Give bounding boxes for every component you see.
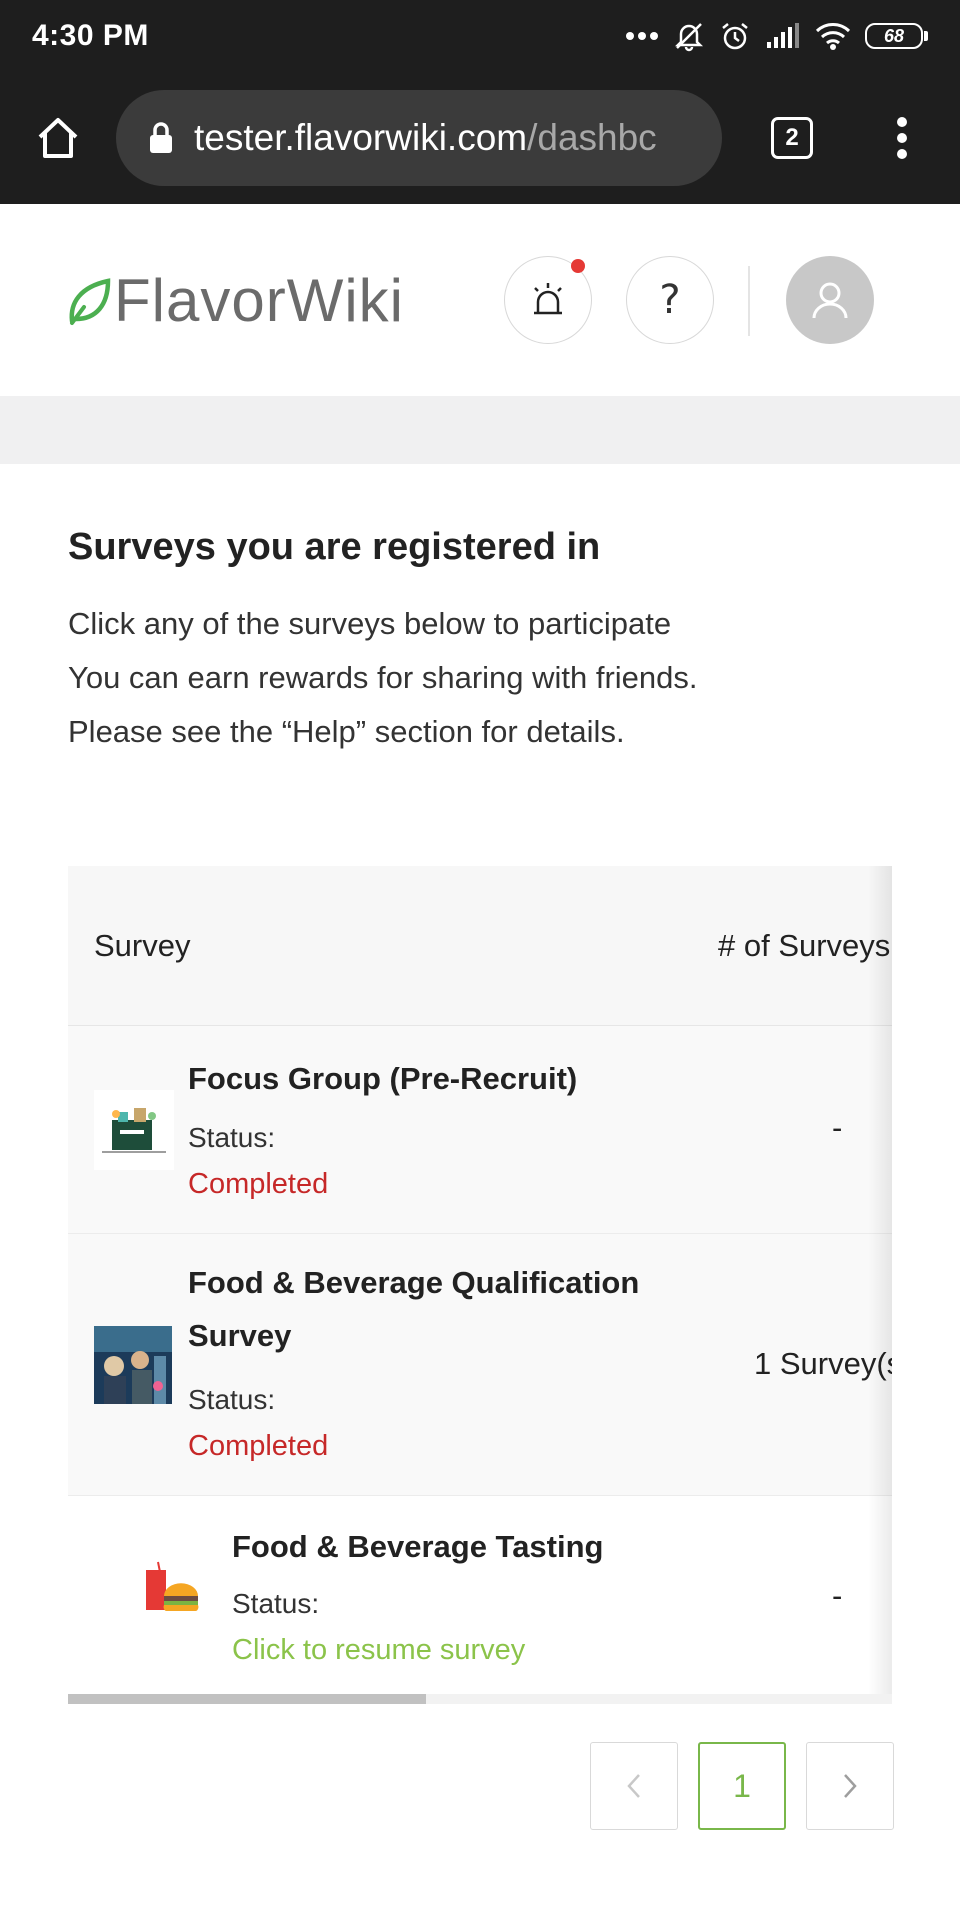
- description-line: Please see the “Help” section for detail…: [68, 714, 625, 749]
- chevron-left-icon: [627, 1774, 640, 1798]
- header-divider: [748, 266, 750, 336]
- survey-thumbnail: [140, 1560, 206, 1626]
- survey-thumbnail: [94, 1090, 174, 1170]
- table-row[interactable]: Food & Beverage Tasting Status: Click to…: [68, 1496, 892, 1704]
- page-description: Click any of the surveys below to partic…: [68, 597, 892, 759]
- app-header: FlavorWiki ?: [0, 204, 960, 396]
- leaf-icon: [69, 277, 111, 325]
- flavorwiki-logo[interactable]: FlavorWiki: [66, 266, 404, 335]
- status-time: 4:30 PM: [32, 19, 149, 52]
- wifi-icon: [815, 23, 851, 50]
- user-avatar[interactable]: [786, 256, 874, 344]
- survey-title: Food & Beverage Tasting: [232, 1529, 604, 1564]
- battery-level: 68: [865, 23, 923, 49]
- url-path: /dashbc: [527, 117, 657, 158]
- alarm-icon: [722, 23, 748, 50]
- column-header-survey: Survey: [94, 927, 191, 963]
- url-host: tester.flavorwiki.com: [194, 117, 528, 158]
- siren-icon: [534, 283, 562, 315]
- description-line: Click any of the surveys below to partic…: [68, 606, 672, 641]
- survey-count: -: [832, 1110, 843, 1145]
- lock-icon: [150, 122, 172, 153]
- user-icon: [812, 282, 848, 319]
- resume-survey-link[interactable]: Click to resume survey: [232, 1634, 525, 1667]
- status-label: Status:: [188, 1384, 276, 1415]
- dots-icon: [626, 32, 658, 40]
- home-button[interactable]: [0, 72, 116, 204]
- surveys-table: Survey # of Surveys Focus Group (Pre-Rec…: [68, 866, 892, 1704]
- survey-status: Completed: [188, 1430, 329, 1462]
- address-bar[interactable]: tester.flavorwiki.com/dashbc: [116, 90, 722, 186]
- table-row[interactable]: Focus Group (Pre-Recruit) Status: Comple…: [68, 1026, 892, 1234]
- question-icon: ?: [659, 277, 681, 323]
- notification-dot: [571, 259, 585, 273]
- table-horizontal-scrollbar[interactable]: [68, 1694, 892, 1704]
- notifications-button[interactable]: [504, 256, 592, 344]
- status-label: Status:: [232, 1588, 320, 1619]
- scroll-shadow: [868, 866, 892, 1704]
- pagination-prev-button[interactable]: [590, 1742, 678, 1830]
- signal-icon: [767, 23, 799, 48]
- chevron-right-icon: [844, 1774, 857, 1798]
- url-text: tester.flavorwiki.com/dashbc: [194, 117, 657, 159]
- survey-count: -: [832, 1578, 843, 1613]
- surveys-section: Surveys you are registered in Click any …: [68, 464, 892, 759]
- status-label: Status:: [188, 1122, 276, 1153]
- pagination-next-button[interactable]: [806, 1742, 894, 1830]
- description-line: You can earn rewards for sharing with fr…: [68, 660, 698, 695]
- mute-icon: [674, 23, 704, 52]
- browser-toolbar: tester.flavorwiki.com/dashbc 2: [0, 72, 960, 204]
- scrollbar-thumb[interactable]: [68, 1694, 426, 1704]
- tab-count: 2: [771, 117, 813, 159]
- help-button[interactable]: ?: [626, 256, 714, 344]
- battery-icon: 68: [865, 23, 928, 49]
- survey-title: Food & Beverage Qualification Survey: [188, 1265, 640, 1353]
- home-icon: [38, 118, 78, 158]
- survey-status: Completed: [188, 1168, 329, 1200]
- survey-thumbnail: [94, 1326, 172, 1404]
- status-bar: 4:30 PM 68: [0, 0, 960, 72]
- column-header-count: # of Surveys: [718, 927, 891, 963]
- survey-title: Focus Group (Pre-Recruit): [188, 1061, 578, 1096]
- table-row[interactable]: Food & Beverage Qualification Survey Sta…: [68, 1234, 892, 1496]
- status-icons: 68: [625, 20, 928, 52]
- logo-text: FlavorWiki: [114, 267, 404, 334]
- header-separator-band: [0, 396, 960, 464]
- page-title: Surveys you are registered in: [68, 526, 601, 568]
- pagination-page-current[interactable]: 1: [698, 1742, 786, 1830]
- more-vert-icon: [897, 117, 907, 159]
- tabs-button[interactable]: 2: [722, 72, 862, 204]
- table-header: Survey # of Surveys: [68, 866, 892, 1026]
- browser-menu-button[interactable]: [862, 72, 942, 204]
